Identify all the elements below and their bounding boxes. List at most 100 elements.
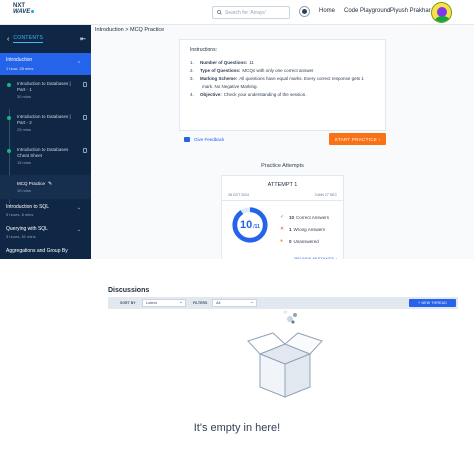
chevron-left-icon[interactable]: ‹ [7, 36, 9, 43]
sidebar-topic[interactable]: Introduction to Databases | Part - 2 25 … [0, 114, 91, 139]
module-title: Querying with SQL [6, 226, 48, 232]
instruction-item: 4. Objective: Check your understanding of … [190, 91, 375, 99]
start-practice-button[interactable]: START PRACTICE › [329, 133, 386, 145]
module-meta: 5 hours, 8 mins [6, 212, 34, 217]
contents-label: CONTENTS [13, 35, 44, 43]
wrong-count: 1 [289, 226, 292, 232]
sort-by-label: SORT BY [120, 301, 136, 305]
reading-material-icon [83, 82, 87, 87]
unanswered-label: Unanswered [293, 238, 319, 244]
unanswered-count: 0 [289, 238, 292, 244]
search-input[interactable] [225, 9, 289, 16]
score-unit: /11 [253, 223, 260, 230]
reading-material-icon [83, 115, 87, 120]
module-title: Aggregations and Group By [6, 248, 68, 254]
sidebar-module-introduction[interactable]: Introduction 1 hour, 28 mins ⌃ [0, 53, 91, 75]
sidebar-module[interactable]: Querying with SQL 3 hours, 51 mins ⌄ [0, 226, 91, 246]
empty-state-text: It's empty in here! [193, 422, 281, 434]
instruction-num: 2. [190, 68, 194, 73]
nxtwave-logo[interactable]: NXT WAVE [13, 3, 43, 22]
reading-material-icon [83, 148, 87, 153]
sidebar-topic-mcq-practice[interactable]: MCQ Practice ✎ 10 mins [0, 175, 91, 199]
nav-home-link[interactable]: Home [319, 8, 335, 14]
attempt-card: ATTEMPT 1 28 OCT 2024 3 MIN 27 SEC 10/11… [221, 175, 344, 267]
topic-title: Introduction to Databases | Part - 2 [17, 114, 71, 125]
instruction-num: 1. [190, 60, 194, 65]
sidebar-header: ‹ CONTENTS ⇤ [0, 25, 91, 53]
check-icon: ✓ [280, 214, 285, 220]
new-thread-button[interactable]: + NEW THREAD [409, 299, 456, 307]
topic-meta: 15 mins [17, 160, 32, 165]
completed-dot-icon [7, 149, 11, 153]
empty-box-illustration [247, 310, 323, 398]
breadcrumb[interactable]: Introduction > MCQ Practice [95, 27, 164, 33]
attempt-meta: 28 OCT 2024 3 MIN 27 SEC [222, 193, 343, 201]
discussion-filter-bar: SORT BY Latest FILTERS All [108, 297, 458, 309]
score-number: 10 [240, 219, 253, 231]
unanswered-stat: ● 0 Unanswered [280, 238, 329, 244]
attempt-duration: 3 MIN 27 SEC [314, 193, 337, 197]
instruction-text: mark. No Negative Marking. [202, 84, 258, 89]
completed-dot-icon [7, 83, 11, 87]
user-name[interactable]: Piyush Prakhar [390, 8, 431, 14]
attempt-stats: ✓ 10 Correct Answers ✕ 1 Wrong Answers ● 0 Una… [280, 214, 329, 250]
wrong-stat: ✕ 1 Wrong Answers [280, 226, 329, 232]
dot-icon: ● [280, 238, 284, 244]
theme-toggle-icon[interactable] [299, 6, 310, 17]
instruction-text: 11 [249, 60, 254, 65]
attempt-date: 28 OCT 2024 [228, 193, 249, 197]
give-feedback-link[interactable]: Give Feedback [184, 137, 224, 142]
topic-title: MCQ Practice [17, 181, 46, 186]
nav-code-playground-link[interactable]: Code Playground [344, 8, 390, 14]
sidebar-topic[interactable]: Introduction to Databases Cheat Sheet 15… [0, 147, 91, 172]
sidebar: ‹ CONTENTS ⇤ Introduction 1 hour, 28 min… [0, 25, 91, 259]
discussions-title: Discussions [108, 287, 150, 294]
instruction-item: 1. Number of Questions: 11 [190, 59, 375, 67]
avatar[interactable] [431, 2, 452, 23]
chevron-down-icon: ⌄ [76, 205, 81, 211]
sidebar-module[interactable]: Aggregations and Group By [0, 248, 91, 254]
discussions-section: Discussions SORT BY Latest FILTERS All +… [0, 259, 474, 466]
chevron-up-icon: ⌃ [76, 61, 81, 67]
instruction-label: Objective: [200, 92, 222, 97]
instruction-num [190, 83, 200, 91]
module-title: Introduction to SQL [6, 204, 50, 210]
feedback-icon [184, 137, 190, 142]
collapse-sidebar-icon[interactable]: ⇤ [80, 35, 86, 43]
instruction-text: All questions have equal marks. Every co… [239, 76, 364, 81]
topic-meta: 25 mins [17, 127, 32, 132]
give-feedback-label: Give Feedback [194, 137, 225, 142]
instruction-text: MCQs with only one correct answer [242, 68, 314, 73]
correct-count: 10 [289, 214, 295, 220]
instruction-num: 3. [190, 76, 194, 81]
instruction-label: Number of Questions: [200, 60, 248, 65]
topic-title: Introduction to Databases | Part - 1 [17, 81, 71, 92]
attempt-title: ATTEMPT 1 [267, 182, 298, 188]
sidebar-module[interactable]: Introduction to SQL 5 hours, 8 mins ⌄ [0, 204, 91, 224]
instruction-text: Check your understanding of the session. [223, 92, 307, 97]
top-nav: NXT WAVE Home Code Playground Piyush Pra… [0, 0, 474, 25]
instructions-card: Instructions: 1. Number of Questions: 11 2… [179, 39, 386, 131]
search-icon [217, 10, 222, 15]
score-value: 10/11 [231, 206, 269, 244]
instructions-list: 1. Number of Questions: 11 2. Type of Quest… [190, 59, 375, 99]
instruction-label: Marking Scheme: [200, 76, 238, 81]
instruction-item: mark. No Negative Marking. [190, 83, 375, 91]
completed-dot-icon [7, 116, 11, 120]
search-box[interactable] [212, 6, 290, 19]
correct-stat: ✓ 10 Correct Answers [280, 214, 329, 220]
chevron-down-icon: ⌄ [76, 227, 81, 233]
instruction-num: 4. [190, 92, 194, 97]
module-meta: 3 hours, 51 mins [6, 234, 36, 239]
cross-icon: ✕ [280, 226, 285, 232]
filters-select[interactable]: All [212, 299, 257, 307]
practice-attempts-title: Practice Attempts [261, 163, 304, 169]
main-content: Introduction > MCQ Practice Instructions… [91, 25, 474, 267]
wrong-label: Wrong Answers [293, 226, 325, 232]
instructions-heading: Instructions: [190, 47, 217, 53]
sort-by-select[interactable]: Latest [142, 299, 186, 307]
topic-meta: 30 mins [17, 94, 32, 99]
filters-label: FILTERS [193, 301, 208, 305]
sidebar-topic[interactable]: Introduction to Databases | Part - 1 30 … [0, 81, 91, 106]
instruction-item: 2. Type of Questions: MCQs with only one c… [190, 67, 375, 75]
